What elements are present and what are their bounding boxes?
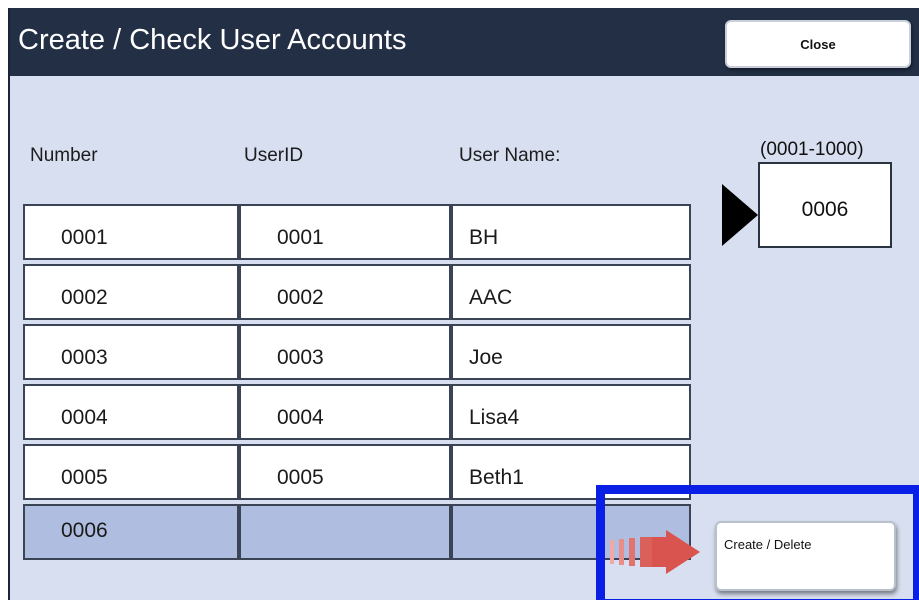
number-cell: 0001 bbox=[23, 204, 239, 260]
triangle-right-icon bbox=[722, 184, 758, 246]
table-row[interactable]: 0003 0003 Joe bbox=[23, 320, 691, 380]
table-row[interactable]: 0002 0002 AAC bbox=[23, 260, 691, 320]
arrow-right-icon bbox=[610, 530, 700, 574]
table-row[interactable]: 0001 0001 BH bbox=[23, 200, 691, 260]
table-row[interactable]: 0004 0004 Lisa4 bbox=[23, 380, 691, 440]
close-button[interactable]: Close bbox=[725, 20, 911, 68]
number-cell: 0006 bbox=[23, 504, 239, 560]
number-cell: 0005 bbox=[23, 444, 239, 500]
account-number-field[interactable]: 0006 bbox=[758, 162, 892, 248]
title-bar: Create / Check User Accounts Close bbox=[10, 8, 919, 76]
userid-cell: 0002 bbox=[239, 264, 451, 320]
number-cell: 0003 bbox=[23, 324, 239, 380]
userid-cell: 0001 bbox=[239, 204, 451, 260]
page-title: Create / Check User Accounts bbox=[18, 24, 407, 56]
column-header-userid: UserID bbox=[244, 145, 304, 166]
username-cell: Joe bbox=[451, 324, 691, 380]
username-cell: Lisa4 bbox=[451, 384, 691, 440]
userid-cell: 0003 bbox=[239, 324, 451, 380]
number-cell: 0002 bbox=[23, 264, 239, 320]
create-delete-button[interactable]: Create / Delete bbox=[715, 521, 896, 591]
number-range-label: (0001-1000) bbox=[760, 139, 864, 160]
userid-cell: 0005 bbox=[239, 444, 451, 500]
table-row[interactable]: 0005 0005 Beth1 bbox=[23, 440, 691, 500]
table-row-selected[interactable]: 0006 bbox=[23, 500, 691, 560]
user-accounts-screen: Create / Check User Accounts Close Numbe… bbox=[8, 8, 919, 600]
username-cell: AAC bbox=[451, 264, 691, 320]
column-header-number: Number bbox=[30, 145, 98, 166]
user-accounts-table: 0001 0001 BH 0002 0002 AAC 0003 0003 Joe… bbox=[23, 200, 691, 560]
column-header-username: User Name: bbox=[459, 145, 561, 166]
number-cell: 0004 bbox=[23, 384, 239, 440]
userid-cell: 0004 bbox=[239, 384, 451, 440]
userid-cell bbox=[239, 504, 451, 560]
username-cell: BH bbox=[451, 204, 691, 260]
